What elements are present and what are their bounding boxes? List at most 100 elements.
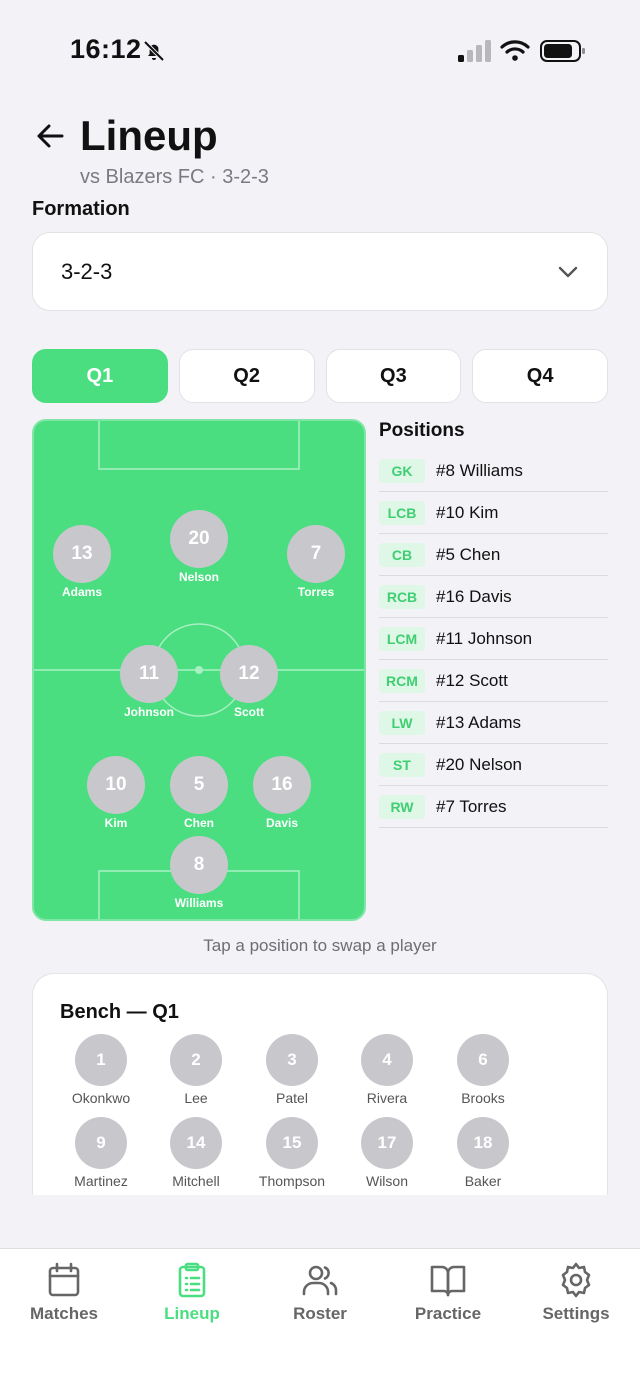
bench-player[interactable]: 18 Baker bbox=[435, 1117, 531, 1189]
bench-player-name: Patel bbox=[276, 1090, 308, 1106]
nav-matches[interactable]: Matches bbox=[0, 1261, 128, 1324]
position-row[interactable]: GK #8 Williams bbox=[379, 450, 608, 492]
nav-lineup[interactable]: Lineup bbox=[128, 1261, 256, 1324]
position-player: #5 Chen bbox=[436, 544, 501, 564]
bench-player[interactable]: 9 Martinez bbox=[53, 1117, 149, 1189]
tab-q4[interactable]: Q4 bbox=[472, 349, 608, 403]
nav-settings[interactable]: Settings bbox=[512, 1261, 640, 1324]
battery-icon bbox=[540, 40, 585, 62]
positions-title: Positions bbox=[379, 420, 465, 441]
signal-icon bbox=[458, 40, 491, 62]
formation-label: Formation bbox=[32, 198, 130, 220]
position-player: #12 Scott bbox=[436, 670, 508, 690]
gear-icon bbox=[561, 1262, 591, 1298]
bench-player-name: Brooks bbox=[461, 1090, 505, 1106]
player-name: Nelson bbox=[178, 570, 219, 584]
nav-practice[interactable]: Practice bbox=[384, 1261, 512, 1324]
bench-player-number: 6 bbox=[457, 1034, 509, 1086]
pitch-player[interactable]: 7 Torres bbox=[276, 525, 356, 599]
position-badge: RW bbox=[379, 794, 425, 819]
position-row[interactable]: ST #20 Nelson bbox=[379, 744, 608, 786]
player-name: Chen bbox=[184, 816, 214, 830]
bench-player[interactable]: 6 Brooks bbox=[435, 1034, 531, 1106]
position-badge: CB bbox=[379, 542, 425, 567]
pitch-player[interactable]: 5 Chen bbox=[159, 756, 239, 830]
formation-select[interactable]: 3-2-3 bbox=[32, 232, 608, 311]
formation-value: 3-2-3 bbox=[61, 258, 113, 284]
player-number: 16 bbox=[253, 756, 311, 814]
pitch: 13 Adams 20 Nelson 7 Torres 11 Johnson 1… bbox=[32, 419, 366, 921]
pitch-player[interactable]: 8 Williams bbox=[159, 836, 239, 910]
position-row[interactable]: LCM #11 Johnson bbox=[379, 618, 608, 660]
tab-q1[interactable]: Q1 bbox=[32, 349, 168, 403]
bench-player-name: Rivera bbox=[366, 1090, 408, 1106]
pitch-player[interactable]: 16 Davis bbox=[242, 756, 322, 830]
tab-q3[interactable]: Q3 bbox=[325, 349, 462, 403]
player-number: 12 bbox=[220, 645, 278, 703]
bench-player[interactable]: 2 Lee bbox=[148, 1034, 244, 1106]
bell-off-icon bbox=[143, 40, 165, 62]
position-badge: RCB bbox=[379, 584, 425, 609]
position-player: #13 Adams bbox=[436, 712, 522, 732]
bench-player-number: 15 bbox=[266, 1117, 318, 1169]
pitch-player[interactable]: 11 Johnson bbox=[109, 645, 189, 719]
position-badge: RCM bbox=[379, 668, 425, 693]
position-badge: ST bbox=[379, 752, 425, 777]
back-button[interactable] bbox=[32, 118, 68, 154]
player-name: Williams bbox=[174, 896, 224, 910]
bench-player[interactable]: 17 Wilson bbox=[339, 1117, 435, 1189]
pitch-player[interactable]: 20 Nelson bbox=[159, 510, 239, 584]
calendar-icon bbox=[48, 1262, 80, 1297]
chevron-down-icon bbox=[558, 266, 578, 277]
quarter-tabs: Q1 Q2 Q3 Q4 bbox=[32, 349, 608, 403]
status-bar: 16:12 bbox=[0, 0, 640, 100]
bench-player-number: 3 bbox=[266, 1034, 318, 1086]
player-number: 5 bbox=[170, 756, 228, 814]
arrow-left-icon bbox=[37, 124, 64, 148]
position-badge: GK bbox=[379, 458, 425, 483]
position-row[interactable]: RCB #16 Davis bbox=[379, 576, 608, 618]
position-row[interactable]: LCB #10 Kim bbox=[379, 492, 608, 534]
player-name: Torres bbox=[297, 585, 335, 599]
bench-player-name: Thompson bbox=[258, 1173, 326, 1189]
position-player: #8 Williams bbox=[436, 460, 523, 480]
player-number: 10 bbox=[87, 756, 145, 814]
bench-player-number: 4 bbox=[361, 1034, 413, 1086]
tab-q2[interactable]: Q2 bbox=[178, 349, 315, 403]
bench-player[interactable]: 1 Okonkwo bbox=[53, 1034, 149, 1106]
bench-player-name: Mitchell bbox=[172, 1173, 220, 1189]
bench-player-number: 2 bbox=[170, 1034, 222, 1086]
position-row[interactable]: LW #13 Adams bbox=[379, 702, 608, 744]
nav-roster[interactable]: Roster bbox=[256, 1261, 384, 1324]
position-row[interactable]: RW #7 Torres bbox=[379, 786, 608, 828]
position-badge: LW bbox=[379, 710, 425, 735]
player-name: Adams bbox=[61, 585, 102, 599]
page-title: Lineup bbox=[80, 112, 218, 159]
bench-player-number: 9 bbox=[75, 1117, 127, 1169]
bench-player-name: Martinez bbox=[74, 1173, 128, 1189]
bench-card: Bench — Q1 1 Okonkwo 2 Lee 3 Patel 4 Riv… bbox=[32, 973, 608, 1195]
position-row[interactable]: RCM #12 Scott bbox=[379, 660, 608, 702]
bench-player[interactable]: 15 Thompson bbox=[244, 1117, 340, 1189]
pitch-player[interactable]: 13 Adams bbox=[42, 525, 122, 599]
nav-label: Lineup bbox=[164, 1304, 220, 1323]
position-player: #10 Kim bbox=[436, 502, 499, 522]
pitch-player[interactable]: 10 Kim bbox=[76, 756, 156, 830]
position-row[interactable]: CB #5 Chen bbox=[379, 534, 608, 576]
player-number: 20 bbox=[170, 510, 228, 568]
bench-player-name: Wilson bbox=[365, 1173, 408, 1189]
player-number: 11 bbox=[120, 645, 178, 703]
pitch-player[interactable]: 12 Scott bbox=[209, 645, 289, 719]
bench-player[interactable]: 14 Mitchell bbox=[148, 1117, 244, 1189]
nav-label: Roster bbox=[293, 1304, 347, 1323]
player-name: Kim bbox=[104, 816, 128, 830]
bottom-nav: Matches Lineup Roster Practice Settings bbox=[0, 1248, 640, 1391]
bench-player[interactable]: 3 Patel bbox=[244, 1034, 340, 1106]
player-name: Davis bbox=[265, 816, 299, 830]
wifi-icon bbox=[500, 40, 530, 61]
status-time: 16:12 bbox=[70, 34, 142, 64]
bench-player-name: Lee bbox=[184, 1090, 208, 1106]
position-badge: LCM bbox=[379, 626, 425, 651]
bench-player[interactable]: 4 Rivera bbox=[339, 1034, 435, 1106]
nav-label: Settings bbox=[542, 1304, 610, 1323]
